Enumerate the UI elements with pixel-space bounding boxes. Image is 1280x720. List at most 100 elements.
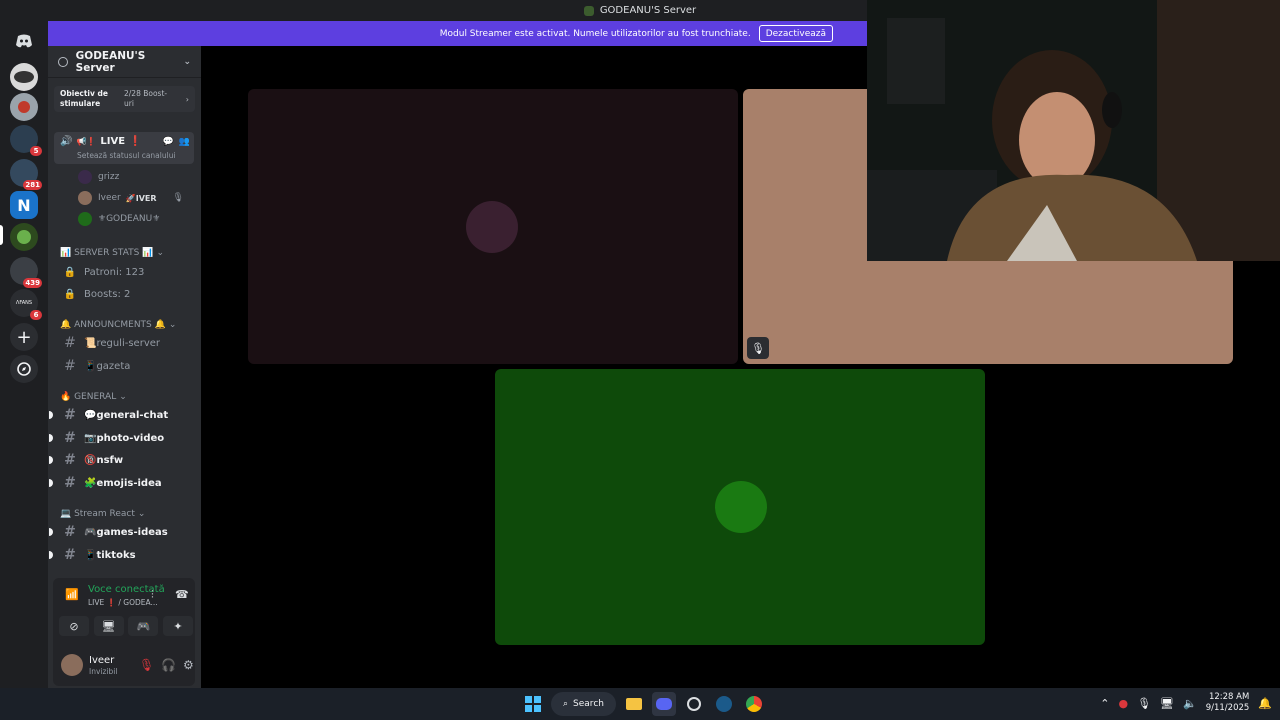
search-icon: ⌕	[563, 699, 569, 709]
volume-icon[interactable]: 🔈	[1183, 697, 1197, 710]
server-avatar-3[interactable]: 5	[10, 125, 42, 156]
chrome-icon[interactable]	[742, 692, 766, 716]
server-avatar-2[interactable]	[10, 93, 38, 121]
voice-user-name: grizz	[98, 172, 120, 182]
add-server-icon[interactable]: +	[10, 323, 38, 351]
clock[interactable]: 12:28 AM 9/11/2025	[1206, 692, 1250, 714]
chevron-up-icon[interactable]: ⌃	[1100, 697, 1109, 710]
unread-indicator	[49, 551, 53, 559]
chevron-down-icon: ⌄	[137, 509, 146, 519]
category-announcments[interactable]: 🔔 ANNOUNCMENTS 🔔 ⌄	[60, 320, 176, 330]
discord-taskbar-icon[interactable]	[651, 692, 676, 716]
selected-indicator	[0, 225, 3, 245]
hash-icon: #	[64, 430, 76, 446]
channel-games-ideas[interactable]: # 🎮games-ideas	[49, 522, 198, 542]
chevron-down-icon: ⌄	[119, 392, 127, 402]
microphone-icon[interactable]: 🎙	[1137, 697, 1151, 710]
stat-channel-patroni[interactable]: 🔒 Patroni: 123	[60, 262, 198, 282]
server-avatar-n[interactable]: N	[10, 191, 38, 219]
category-server-stats[interactable]: 📊 SERVER STATS 📊 ⌄	[60, 248, 164, 258]
camera-off-icon[interactable]: ⊘	[59, 616, 89, 636]
user-panel: Iveer Invizibil 🎙 🎧 ⚙	[53, 648, 195, 682]
server-avatar-4[interactable]: 281	[10, 159, 42, 190]
channel-tiktoks[interactable]: # 📱tiktoks	[49, 545, 198, 565]
channel-name: 📷photo-video	[84, 432, 165, 444]
disable-streamer-mode-button[interactable]: Dezactivează	[758, 25, 833, 42]
channel-name: 🎮games-ideas	[84, 526, 168, 538]
category-label: 🔔 ANNOUNCMENTS 🔔	[60, 320, 166, 330]
soundboard-icon[interactable]: ✦	[162, 616, 193, 636]
boost-progress: 2/28 Boost-uri	[124, 89, 168, 108]
unread-indicator	[49, 411, 53, 419]
server-name: GODEANU'S Server	[75, 49, 146, 74]
discord-home-icon[interactable]	[10, 27, 38, 55]
voice-connection-panel: 📶 Voce conectată LIVE ❗ / GODEA... ⫶ ☎ ⊘…	[53, 578, 195, 686]
category-general[interactable]: 🔥 GENERAL ⌄	[60, 392, 127, 402]
speaker-icon: 🔊	[60, 136, 73, 147]
mic-muted-icon[interactable]: 🎙	[139, 658, 154, 672]
channel-name: Patroni: 123	[84, 266, 145, 278]
channel-photo-video[interactable]: # 📷photo-video	[49, 428, 198, 448]
voice-user-grizz[interactable]: grizz	[78, 170, 119, 184]
server-header[interactable]: GODEANU'S Server ⌄	[48, 46, 201, 78]
channel-emojis-idea[interactable]: # 🧩emojis-idea	[49, 473, 198, 493]
voice-user-name: ⚜GODEANU⚜	[98, 214, 161, 224]
participant-avatar	[466, 201, 518, 253]
channel-name: 📜reguli-server	[84, 337, 161, 349]
notification-icon[interactable]: 🔔	[1258, 697, 1272, 710]
windows-start-icon[interactable]	[521, 692, 545, 716]
channel-gazeta[interactable]: # 📱gazeta	[60, 356, 198, 376]
invite-icon[interactable]: 👥	[179, 137, 190, 147]
gear-icon[interactable]: ⚙	[183, 658, 194, 672]
avatar	[78, 212, 92, 226]
clock-date: 9/11/2025	[1205, 703, 1250, 713]
chat-icon[interactable]: 💬	[163, 137, 174, 147]
category-label: 📊 SERVER STATS 📊	[60, 248, 154, 258]
participant-tile-1[interactable]	[248, 89, 738, 364]
network-icon[interactable]: 🖥	[1160, 697, 1174, 710]
channel-name: 🔞nsfw	[84, 454, 124, 466]
discord-tray-icon[interactable]: ●	[1118, 697, 1128, 710]
channel-name: 🧩emojis-idea	[84, 477, 162, 489]
discover-icon[interactable]	[10, 355, 38, 383]
lock-icon: 🔒	[63, 266, 77, 278]
voice-channel-link[interactable]: LIVE ❗ / GODEA...	[88, 598, 158, 607]
disconnect-icon[interactable]: ☎	[175, 588, 189, 601]
server-avatar-1[interactable]	[10, 63, 38, 91]
noise-suppression-icon[interactable]: ⫶	[151, 588, 154, 602]
file-explorer-icon[interactable]	[622, 692, 646, 716]
channel-reguli-server[interactable]: # 📜reguli-server	[60, 333, 198, 353]
app-icon[interactable]	[682, 692, 706, 716]
participant-tile-3[interactable]	[495, 369, 985, 645]
server-avatar-7[interactable]: ΛFANS 6	[10, 289, 42, 320]
hash-icon: #	[64, 335, 76, 351]
chevron-right-icon: ›	[185, 94, 189, 104]
boost-title: Obiectiv de stimulare	[60, 89, 108, 108]
channel-status-hint[interactable]: Setează statusul canalului	[77, 151, 176, 160]
user-name[interactable]: Iveer	[89, 655, 114, 666]
activity-icon[interactable]: 🎮	[128, 616, 159, 636]
channel-name: 💬general-chat	[84, 409, 169, 421]
search-label: Search	[573, 699, 604, 709]
category-stream-react[interactable]: 💻 Stream React ⌄	[60, 509, 145, 519]
channel-general-chat[interactable]: # 💬general-chat	[49, 405, 198, 425]
channel-nsfw[interactable]: # 🔞nsfw	[49, 450, 198, 470]
stat-channel-boosts[interactable]: 🔒 Boosts: 2	[60, 284, 198, 304]
hash-icon: #	[64, 475, 76, 491]
steam-icon[interactable]	[712, 692, 736, 716]
server-avatar-active[interactable]	[10, 223, 38, 251]
server-guide-icon	[58, 56, 68, 67]
headphones-icon[interactable]: 🎧	[161, 658, 176, 672]
voice-channel-live[interactable]: 🔊 📢❗ LIVE ❗ Setează statusul canalului 💬…	[54, 132, 194, 164]
avatar[interactable]	[61, 654, 83, 676]
taskbar-search[interactable]: ⌕ Search	[551, 692, 616, 716]
server-avatar-6[interactable]: 439	[10, 257, 42, 288]
mic-muted-icon: 🎙	[747, 337, 769, 359]
screen-share-icon[interactable]: 🖥	[93, 616, 124, 636]
signal-icon[interactable]: 📶	[65, 588, 79, 601]
voice-user-iveer[interactable]: Iveer 🚀IVER 🎙	[78, 191, 184, 205]
boost-goal[interactable]: Obiectiv de stimulare 2/28 Boost-uri ›	[54, 86, 195, 112]
voice-user-godeanu[interactable]: ⚜GODEANU⚜	[78, 212, 160, 226]
server-icon	[583, 5, 594, 16]
channel-name: Boosts: 2	[84, 288, 131, 300]
